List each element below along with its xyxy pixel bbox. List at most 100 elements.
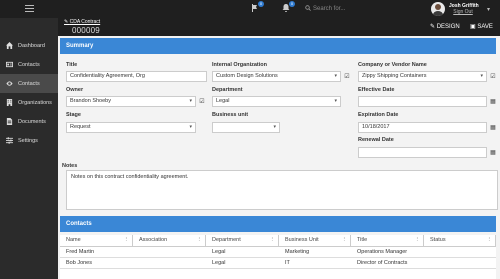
department-select[interactable]: Legal ▾ [212, 96, 341, 107]
title-field[interactable]: Confidentiality Agreement, Org [66, 71, 207, 82]
business-unit-select[interactable]: ▾ [212, 122, 280, 133]
table-row[interactable]: Fred Martin Legal Marketing Operations M… [60, 247, 496, 258]
cell-department: Legal [212, 260, 226, 266]
chevron-down-icon[interactable]: ▾ [487, 6, 490, 13]
company-value: Zippy Shipping Containers [362, 73, 427, 79]
menu-icon[interactable] [25, 5, 34, 13]
notes-value: Notes on this contract confidentiality a… [71, 174, 189, 180]
column-label: Name [66, 237, 81, 243]
edit-icon[interactable]: ☑ [489, 73, 497, 81]
flag-badge: 0 [258, 1, 264, 7]
save-button[interactable]: ▣ SAVE [470, 23, 493, 30]
cell-business-unit: Marketing [285, 249, 310, 255]
chevron-down-icon: ▾ [189, 98, 192, 104]
column-menu-icon[interactable]: ⋮ [124, 235, 130, 246]
search-placeholder: Search for... [313, 6, 346, 12]
summary-section-header: Summary [60, 38, 496, 54]
sidebar-item-settings[interactable]: Settings [0, 131, 58, 150]
column-label: Title [357, 237, 368, 243]
sidebar-item-label: Contacts [18, 61, 40, 68]
edit-icon[interactable]: ☑ [198, 98, 206, 106]
cell-status [424, 247, 496, 257]
cell-association [133, 258, 206, 268]
breadcrumb-label: CDA Contract [69, 19, 101, 25]
sidebar-item-dashboard[interactable]: Dashboard [0, 36, 58, 55]
contacts-table: Name ⋮ Association ⋮ Department ⋮ Business … [60, 235, 496, 279]
chevron-down-icon: ▾ [334, 98, 337, 104]
top-bar: 0 0 Search for... Josh Griffith Sign Out… [0, 0, 500, 18]
sidebar-item-contacts[interactable]: Contacts [0, 55, 58, 74]
column-header-business-unit[interactable]: Business Unit ⋮ [279, 235, 351, 246]
owner-select[interactable]: Brandon Shoeby ▾ [66, 96, 196, 107]
home-icon [5, 42, 13, 50]
cell-name: Fred Martin [66, 249, 95, 255]
edit-icon[interactable]: ☑ [343, 73, 351, 81]
company-select[interactable]: Zippy Shipping Containers ▾ [358, 71, 487, 82]
column-label: Department [212, 237, 241, 243]
bell-icon[interactable]: 0 [281, 1, 295, 14]
sliders-icon [5, 137, 13, 145]
stage-select[interactable]: Request ▾ [66, 122, 196, 133]
owner-label: Owner [66, 87, 84, 93]
breadcrumb[interactable]: ✎ CDA Contract [64, 19, 100, 25]
table-row[interactable]: Bob Jones Legal IT Director of Contracts [60, 258, 496, 269]
cell-title: Director of Contracts [357, 260, 408, 266]
column-menu-icon[interactable]: ⋮ [342, 235, 348, 246]
calendar-icon[interactable]: ▦ [489, 124, 497, 132]
title-label: Title [66, 62, 78, 68]
avatar[interactable] [431, 2, 445, 16]
department-label: Department [212, 87, 243, 93]
title-value: Confidentiality Agreement, Org [70, 73, 145, 79]
sidebar-item-label: Settings [18, 137, 38, 144]
business-unit-label: Business unit [212, 112, 249, 118]
cell-association [133, 247, 206, 257]
design-button[interactable]: ✎ DESIGN [430, 23, 460, 30]
stage-label: Stage [66, 112, 81, 118]
notes-textarea[interactable]: Notes on this contract confidentiality a… [66, 170, 498, 210]
column-menu-icon[interactable]: ⋮ [270, 235, 276, 246]
column-header-association[interactable]: Association ⋮ [133, 235, 206, 246]
sidebar-item-documents[interactable]: Documents [0, 112, 58, 131]
cell-department: Legal [212, 249, 226, 255]
column-header-status[interactable]: Status ⋮ [424, 235, 496, 246]
company-label: Company or Vendor Name [358, 62, 427, 68]
document-icon [5, 118, 13, 126]
column-header-name[interactable]: Name ⋮ [60, 235, 133, 246]
calendar-icon[interactable]: ▦ [489, 98, 497, 106]
expiration-date-label: Expiration Date [358, 112, 399, 118]
internal-org-label: Internal Organization [212, 62, 268, 68]
building-icon [5, 99, 13, 107]
owner-value: Brandon Shoeby [70, 98, 111, 104]
column-header-title[interactable]: Title ⋮ [351, 235, 424, 246]
sign-out-link[interactable]: Sign Out [449, 9, 477, 15]
cell-title: Operations Manager [357, 249, 408, 255]
search-input[interactable]: Search for... [305, 4, 405, 14]
chevron-down-icon: ▾ [189, 124, 192, 130]
column-header-department[interactable]: Department ⋮ [206, 235, 279, 246]
chevron-down-icon: ▾ [334, 73, 337, 79]
cell-status [424, 258, 496, 268]
sidebar-item-label: Dashboard [18, 42, 45, 49]
column-menu-icon[interactable]: ⋮ [197, 235, 203, 246]
renewal-date-label: Renewal Date [358, 137, 394, 143]
table-header: Name ⋮ Association ⋮ Department ⋮ Business … [60, 235, 496, 247]
effective-date-label: Effective Date [358, 87, 395, 93]
contacts-section-header: Contacts [60, 216, 496, 232]
internal-org-select[interactable]: Custom Design Solutions ▾ [212, 71, 341, 82]
main-content: Summary Title Confidentiality Agreement,… [58, 36, 500, 279]
chevron-down-icon: ▾ [480, 73, 483, 79]
column-label: Association [139, 237, 168, 243]
renewal-date-field[interactable] [358, 147, 487, 158]
bell-badge: 0 [289, 1, 295, 7]
effective-date-field[interactable] [358, 96, 487, 107]
sidebar-item-contracts[interactable]: Contacts [0, 74, 58, 93]
flag-icon[interactable]: 0 [250, 1, 264, 14]
sidebar-item-label: Contacts [18, 80, 40, 87]
search-icon [305, 5, 311, 12]
expiration-date-field[interactable]: 10/18/2017 [358, 122, 487, 133]
calendar-icon[interactable]: ▦ [489, 149, 497, 157]
column-menu-icon[interactable]: ⋮ [415, 235, 421, 246]
column-menu-icon[interactable]: ⋮ [487, 235, 493, 246]
sidebar-item-organizations[interactable]: Organizations [0, 93, 58, 112]
stage-value: Request [70, 124, 91, 130]
